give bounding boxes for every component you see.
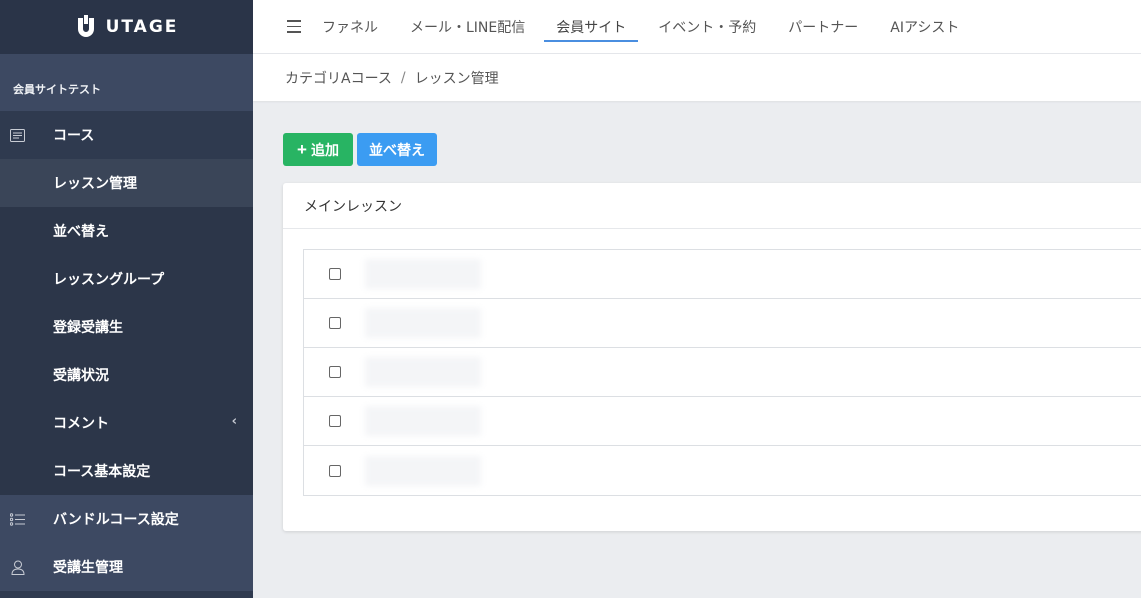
- lesson-name[interactable]: [365, 455, 481, 486]
- sidebar-item-course[interactable]: コース: [0, 111, 253, 159]
- tab-events[interactable]: イベント・予約: [658, 0, 756, 54]
- brand-name: UTAGE: [105, 17, 179, 37]
- lesson-checkbox[interactable]: [329, 415, 341, 427]
- lesson-checkbox[interactable]: [329, 464, 341, 477]
- sidebar-item-label: 登録受講生: [53, 320, 123, 336]
- table-row[interactable]: [304, 446, 1141, 495]
- document-icon: [0, 128, 53, 142]
- sidebar-item-label: レッスングループ: [53, 272, 165, 288]
- main-lesson-card: メインレッスン: [283, 183, 1141, 531]
- sidebar-item-bundle-course[interactable]: バンドルコース設定: [0, 495, 253, 543]
- lesson-list: [303, 249, 1141, 496]
- menu-icon[interactable]: [287, 20, 301, 33]
- utage-logo-icon: [77, 15, 94, 37]
- logo[interactable]: UTAGE: [0, 0, 253, 54]
- lesson-name[interactable]: [365, 308, 481, 338]
- sidebar-item-lesson-management[interactable]: レッスン管理: [0, 159, 253, 207]
- sidebar-item-registered-students[interactable]: 登録受講生: [0, 303, 253, 351]
- sidebar-item-label: レッスン管理: [53, 176, 137, 192]
- breadcrumb-separator: /: [400, 69, 406, 86]
- table-row[interactable]: [304, 397, 1141, 446]
- sidebar-item-comments[interactable]: コメント ‹: [0, 399, 253, 447]
- sidebar-item-label: コース基本設定: [53, 464, 151, 480]
- table-row[interactable]: [304, 250, 1141, 299]
- lesson-name[interactable]: [365, 406, 481, 436]
- tab-partner[interactable]: パートナー: [788, 0, 858, 54]
- user-icon: [0, 560, 53, 575]
- lesson-checkbox[interactable]: [329, 366, 341, 378]
- sidebar-item-sort[interactable]: 並べ替え: [0, 207, 253, 255]
- table-row[interactable]: [304, 299, 1141, 348]
- sort-button[interactable]: 並べ替え: [357, 133, 437, 166]
- tab-member-site[interactable]: 会員サイト: [544, 0, 639, 54]
- lesson-name[interactable]: [365, 357, 481, 387]
- breadcrumb-parent[interactable]: カテゴリAコース: [285, 68, 392, 88]
- sidebar-item-course-settings[interactable]: コース基本設定: [0, 447, 253, 495]
- chevron-left-icon: ‹: [231, 414, 237, 429]
- lesson-checkbox[interactable]: [329, 268, 341, 280]
- add-button[interactable]: + 追加: [283, 133, 353, 166]
- sidebar-item-label: 受講状況: [53, 368, 109, 384]
- sidebar-item-lesson-group[interactable]: レッスングループ: [0, 255, 253, 303]
- list-icon: [0, 512, 53, 526]
- sidebar-item-label: バンドルコース設定: [53, 512, 179, 528]
- tab-mail-line[interactable]: メール・LINE配信: [410, 0, 525, 54]
- sidebar-item-label: 受講生管理: [53, 560, 123, 576]
- plus-icon: +: [297, 140, 307, 159]
- sort-button-label: 並べ替え: [369, 141, 425, 158]
- sidebar-item-label: コース: [53, 128, 95, 144]
- table-row[interactable]: [304, 348, 1141, 397]
- lesson-name[interactable]: [365, 259, 481, 289]
- lesson-checkbox[interactable]: [329, 317, 341, 329]
- breadcrumb-current: レッスン管理: [414, 70, 499, 87]
- sidebar: UTAGE 会員サイトテスト コース レッスン管理 並べ替え レッスングループ …: [0, 0, 253, 598]
- card-title: メインレッスン: [283, 183, 1141, 229]
- tab-funnel[interactable]: ファネル: [322, 0, 378, 54]
- sidebar-item-student-management[interactable]: 受講生管理: [0, 543, 253, 591]
- breadcrumb: カテゴリAコース / レッスン管理: [253, 54, 1141, 101]
- tab-ai-assist[interactable]: AIアシスト: [890, 0, 959, 54]
- site-name: 会員サイトテスト: [0, 54, 253, 111]
- sidebar-item-progress[interactable]: 受講状況: [0, 351, 253, 399]
- sidebar-item-label: コメント: [53, 416, 109, 432]
- top-navigation: ファネル メール・LINE配信 会員サイト イベント・予約 パートナー AIアシ…: [253, 0, 1141, 54]
- sidebar-item-label: 並べ替え: [53, 224, 109, 240]
- add-button-label: 追加: [310, 141, 339, 158]
